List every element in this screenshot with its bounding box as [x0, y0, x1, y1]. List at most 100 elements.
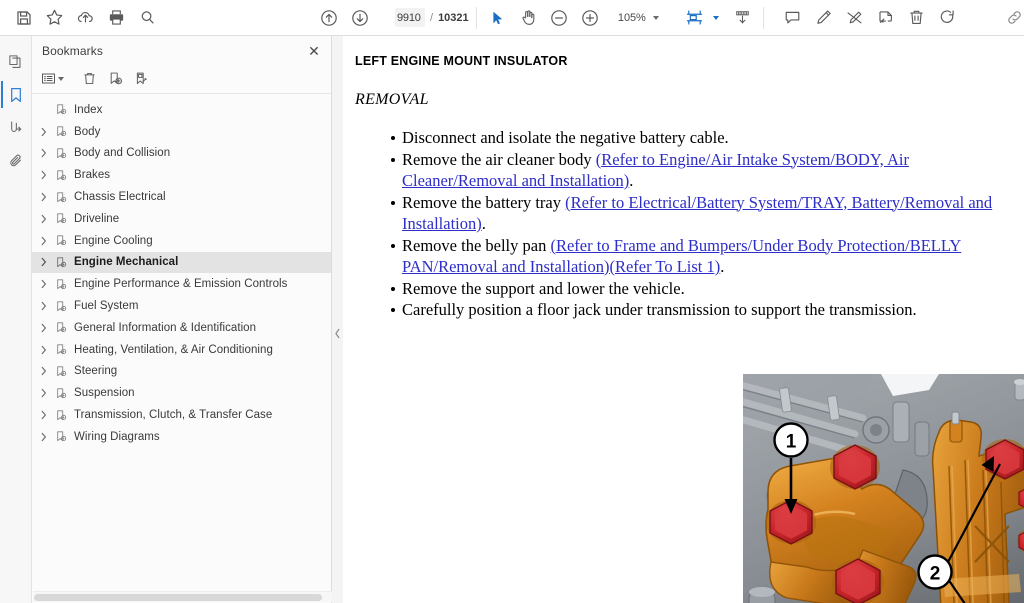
signature-icon[interactable] — [1, 111, 31, 144]
chevron-right-icon[interactable] — [36, 298, 52, 314]
bolt — [832, 558, 884, 603]
stamp-icon[interactable] — [870, 2, 901, 33]
search-icon[interactable] — [132, 2, 163, 33]
bookmark-row-5[interactable]: Driveline — [32, 208, 331, 230]
pdf-reader-window: 9910 / 10321 105% Bookmarks ✕ Index Body… — [0, 0, 1024, 603]
bookmark-row-0[interactable]: Index — [32, 99, 331, 121]
bookmark-item-icon — [52, 256, 70, 269]
engine-mount-svg: 1 2 3 — [743, 374, 1024, 603]
select-cursor-icon[interactable] — [482, 2, 513, 33]
bookmark-row-10[interactable]: General Information & Identification — [32, 317, 331, 339]
section-heading: REMOVAL — [355, 91, 429, 108]
pan-hand-icon[interactable] — [513, 2, 544, 33]
chevron-right-icon[interactable] — [36, 211, 52, 227]
list-item: Remove the belly pan (Refer to Frame and… — [355, 235, 1024, 278]
chevron-down-icon[interactable] — [652, 15, 659, 20]
svg-text:1: 1 — [786, 432, 797, 453]
bookmarks-icon[interactable] — [0, 78, 31, 111]
bookmark-row-15[interactable]: Wiring Diagrams — [32, 426, 331, 448]
document-viewport[interactable]: LEFT ENGINE MOUNT INSULATOR REMOVAL Disc… — [343, 36, 1024, 603]
toolbar-file-group — [8, 0, 163, 36]
chevron-right-icon[interactable] — [36, 276, 52, 292]
cloud-upload-icon[interactable] — [70, 2, 101, 33]
bookmark-label: General Information & Identification — [74, 321, 257, 334]
save-icon[interactable] — [8, 2, 39, 33]
bookmark-row-1[interactable]: Body — [32, 121, 331, 143]
bookmark-row-4[interactable]: Chassis Electrical — [32, 186, 331, 208]
bookmark-label: Brakes — [74, 169, 111, 182]
navigation-rail — [0, 36, 32, 603]
comment-icon[interactable] — [777, 2, 808, 33]
bookmark-row-2[interactable]: Body and Collision — [32, 143, 331, 165]
bookmarks-panel: Bookmarks ✕ Index Body Body and Collisio… — [32, 36, 332, 603]
delete-bookmark-icon[interactable] — [77, 67, 101, 90]
bookmark-row-3[interactable]: Brakes — [32, 164, 331, 186]
bookmark-row-8[interactable]: Engine Performance & Emission Controls — [32, 273, 331, 295]
bookmarks-panel-title: Bookmarks — [42, 44, 103, 58]
attachment-icon[interactable] — [1, 144, 31, 177]
chevron-right-icon[interactable] — [36, 407, 52, 423]
bookmark-row-11[interactable]: Heating, Ventilation, & Air Conditioning — [32, 339, 331, 361]
strikethrough-pen-icon[interactable] — [839, 2, 870, 33]
chevron-right-icon[interactable] — [36, 145, 52, 161]
bookmark-row-13[interactable]: Suspension — [32, 382, 331, 404]
bookmark-row-7-engine-mechanical[interactable]: Engine Mechanical — [32, 251, 331, 274]
thumbnails-icon[interactable] — [1, 45, 31, 78]
delete-trash-icon[interactable] — [901, 2, 932, 33]
toolbar-divider-1 — [475, 6, 477, 29]
rotate-icon[interactable] — [932, 2, 963, 33]
zoom-in-icon[interactable] — [575, 2, 606, 33]
zoom-out-icon[interactable] — [544, 2, 575, 33]
page-separator: / — [430, 11, 434, 24]
bookmark-row-12[interactable]: Steering — [32, 361, 331, 383]
page-fit-chevron-down-icon[interactable] — [712, 15, 719, 20]
chevron-right-icon[interactable] — [36, 189, 52, 205]
close-icon[interactable]: ✕ — [305, 42, 323, 60]
chevron-right-icon[interactable] — [36, 320, 52, 336]
bookmark-options-icon[interactable] — [40, 67, 64, 90]
bookmark-label: Chassis Electrical — [74, 191, 166, 204]
zoom-control[interactable]: 105% — [612, 12, 659, 24]
chevron-right-icon[interactable] — [36, 102, 52, 118]
bookmark-row-9[interactable]: Fuel System — [32, 295, 331, 317]
step-text: Remove the air cleaner body — [402, 149, 596, 169]
toolbar-tools-group — [482, 0, 606, 36]
chevron-right-icon[interactable] — [36, 342, 52, 358]
step-text: Remove the support and lower the vehicle… — [402, 278, 685, 298]
bookmark-label: Engine Mechanical — [74, 256, 179, 269]
bookmarks-tree[interactable]: Index Body Body and Collision Brakes Cha… — [32, 94, 331, 603]
document-page: LEFT ENGINE MOUNT INSULATOR REMOVAL Disc… — [343, 36, 1024, 321]
print-icon[interactable] — [101, 2, 132, 33]
chevron-right-icon[interactable] — [36, 167, 52, 183]
chevron-right-icon[interactable] — [36, 385, 52, 401]
star-icon[interactable] — [39, 2, 70, 33]
panel-splitter[interactable] — [332, 36, 343, 603]
page-number-input[interactable]: 9910 — [395, 8, 425, 27]
page-fit-icon[interactable] — [679, 2, 710, 33]
chevron-right-icon[interactable] — [36, 429, 52, 445]
next-page-icon[interactable] — [344, 2, 375, 33]
previous-page-icon[interactable] — [313, 2, 344, 33]
step-text-end: . — [629, 171, 634, 190]
bookmark-item-icon — [52, 321, 70, 334]
collapse-panel-icon[interactable] — [333, 320, 342, 346]
chevron-right-icon[interactable] — [36, 233, 52, 249]
bookmark-label: Suspension — [74, 387, 135, 400]
chevron-right-icon[interactable] — [36, 254, 52, 270]
chevron-right-icon[interactable] — [36, 124, 52, 140]
bookmarks-hscroll-thumb[interactable] — [34, 594, 322, 601]
bookmark-row-14[interactable]: Transmission, Clutch, & Transfer Case — [32, 404, 331, 426]
bookmark-item-icon — [52, 343, 70, 356]
highlight-pen-icon[interactable] — [808, 2, 839, 33]
bookmark-row-6[interactable]: Engine Cooling — [32, 230, 331, 252]
link-icon[interactable] — [999, 2, 1024, 33]
bookmark-options-chevron-icon[interactable] — [57, 76, 64, 81]
bookmark-item-icon — [52, 147, 70, 160]
bookmarks-horizontal-scrollbar[interactable] — [33, 591, 332, 602]
edit-bookmark-icon[interactable] — [129, 67, 153, 90]
chevron-right-icon[interactable] — [36, 363, 52, 379]
scroll-mode-icon[interactable] — [727, 2, 758, 33]
new-bookmark-icon[interactable] — [103, 67, 127, 90]
toolbar-divider-2 — [762, 6, 764, 29]
bookmark-item-icon — [52, 234, 70, 247]
